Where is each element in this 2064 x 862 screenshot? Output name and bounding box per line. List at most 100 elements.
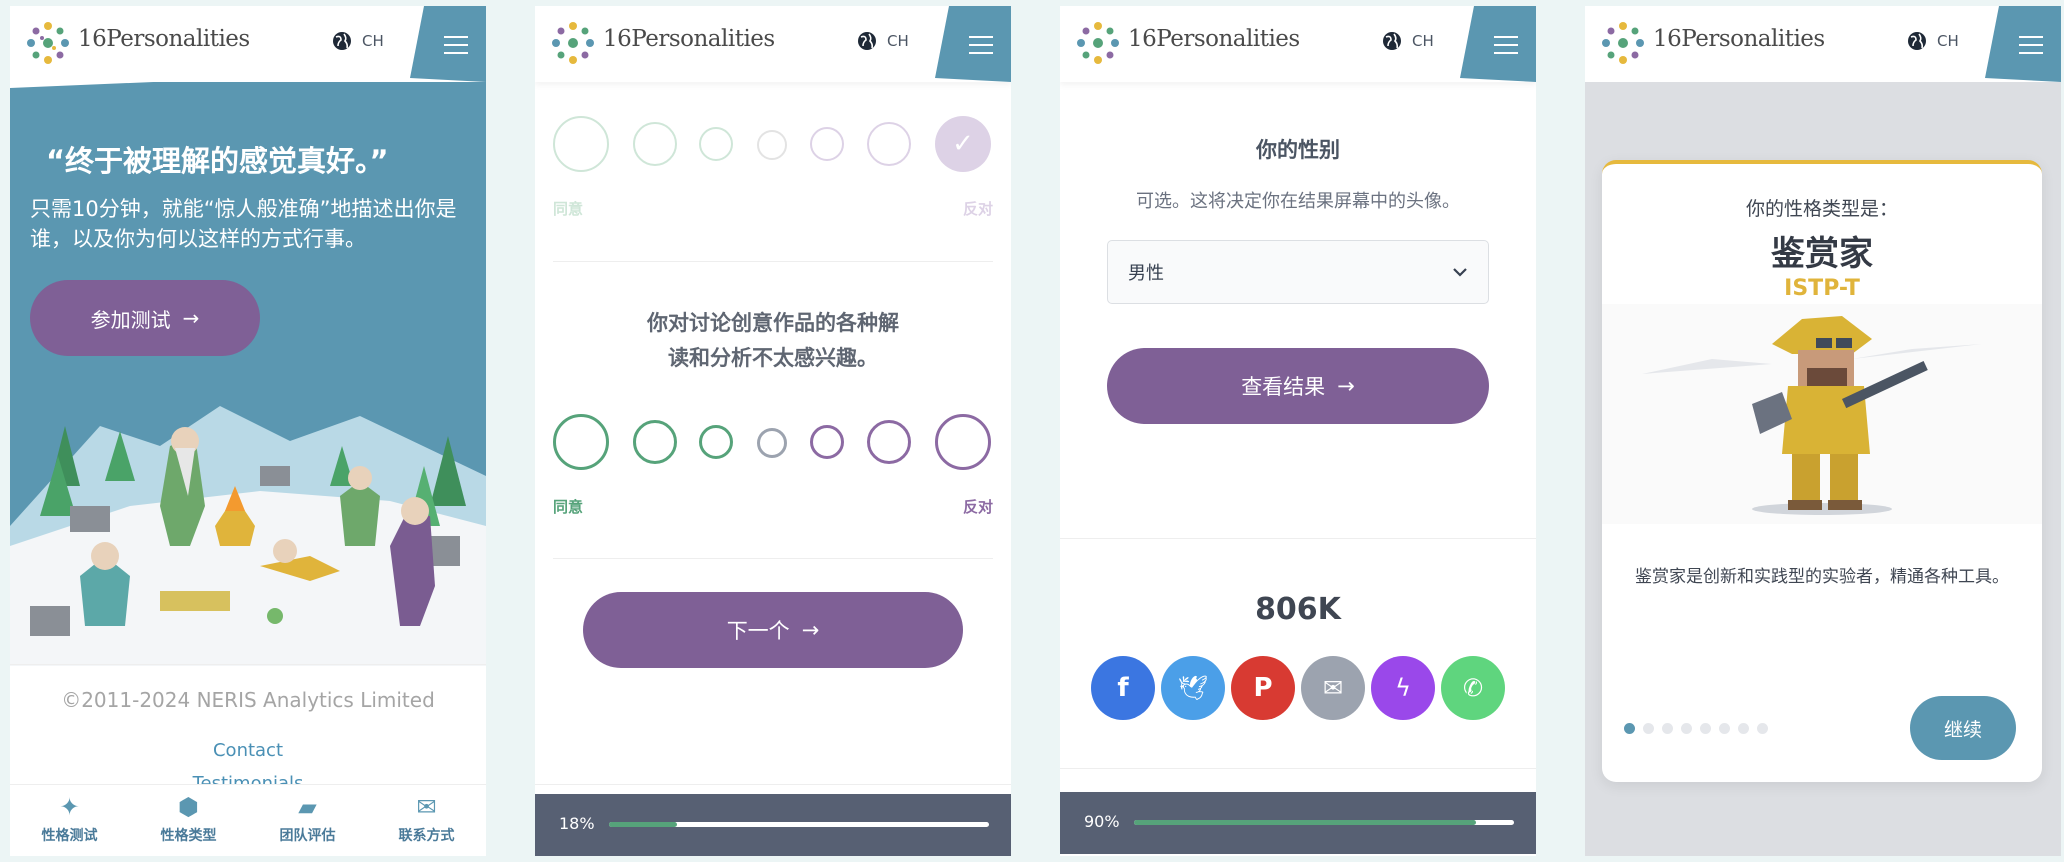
pagination-dot[interactable] <box>1624 723 1635 734</box>
answer-option-1[interactable] <box>553 116 609 172</box>
answer-option-6[interactable] <box>867 122 911 166</box>
agree-label: 同意 <box>553 200 584 218</box>
menu-button[interactable] <box>935 6 1011 82</box>
answer-option-7-selected[interactable]: ✓ <box>935 116 991 172</box>
header: 16Personalities CH <box>1060 6 1536 82</box>
answer-option-3[interactable] <box>699 425 733 459</box>
personality-description: 鉴赏家是创新和实践型的实验者，精通各种工具。 <box>1635 567 2009 587</box>
pagination-dot[interactable] <box>1738 723 1749 734</box>
pinterest-share-button[interactable]: P <box>1231 656 1295 720</box>
header: 16Personalities CH <box>1585 6 2061 82</box>
gender-select-value: 男性 <box>1128 263 1164 284</box>
arrow-right-icon: → <box>801 618 820 642</box>
pagination-dot[interactable] <box>1757 723 1768 734</box>
pagination-dot[interactable] <box>1681 723 1692 734</box>
pagination-dot[interactable] <box>1643 723 1654 734</box>
logo-icon[interactable] <box>23 18 73 68</box>
personality-type-code: ISTP-T <box>1784 276 1860 301</box>
language-selector[interactable]: CH <box>332 31 384 51</box>
answer-option-2[interactable] <box>633 420 677 464</box>
footer-link-contact[interactable]: Contact <box>10 740 486 761</box>
language-selector[interactable]: CH <box>1382 31 1434 51</box>
take-test-button[interactable]: 参加测试 → <box>30 280 260 356</box>
test-screen: 16Personalities CH ✓ 同意 反对 你对讨论创意作品的各种解读… <box>535 6 1011 856</box>
types-icon: ⬢ <box>178 793 199 821</box>
answer-option-7[interactable] <box>935 414 991 470</box>
briefcase-icon: ▰ <box>298 793 317 821</box>
nav-item-teams[interactable]: ▰ 团队评估 <box>248 785 367 856</box>
result-screen: 16Personalities CH 你的性格类型是： 鉴赏家 ISTP-T 鉴… <box>1585 6 2061 856</box>
gender-select[interactable]: 男性 <box>1107 240 1489 304</box>
next-label: 下一个 <box>726 619 790 643</box>
progress-bar: 90% <box>1060 792 1536 854</box>
language-code: CH <box>887 32 909 50</box>
virtuoso-avatar-illustration <box>1602 304 2042 524</box>
language-code: CH <box>362 32 384 50</box>
brand-name[interactable]: 16Personalities <box>603 26 775 52</box>
language-code: CH <box>1412 32 1434 50</box>
chevron-down-icon <box>1453 268 1467 277</box>
logo-icon[interactable] <box>1598 18 1648 68</box>
email-share-button[interactable]: ✉ <box>1301 656 1365 720</box>
messenger-share-button[interactable]: ϟ <box>1371 656 1435 720</box>
whatsapp-share-button[interactable]: ✆ <box>1441 656 1505 720</box>
nav-item-types[interactable]: ⬢ 性格类型 <box>129 785 248 856</box>
next-button[interactable]: 下一个 → <box>583 592 963 668</box>
contact-icon: ✉ <box>416 793 437 821</box>
share-count: 806K <box>1255 592 1341 627</box>
disagree-label: 反对 <box>962 498 993 516</box>
progress-bar: 18% <box>535 794 1011 856</box>
arrow-right-icon: → <box>1337 374 1355 398</box>
answer-option-3[interactable] <box>699 127 733 161</box>
hero-subtitle: 只需10分钟，就能“惊人般准确”地描述出你是谁，以及你为何以这样的方式行事。 <box>30 197 457 251</box>
nav-item-contact[interactable]: ✉ 联系方式 <box>367 785 486 856</box>
menu-button[interactable] <box>410 6 486 82</box>
globe-icon <box>1383 32 1401 50</box>
result-card: 你的性格类型是： 鉴赏家 ISTP-T 鉴赏家是创新和实践型的实验者，精通各种工… <box>1602 160 2042 782</box>
brand-name[interactable]: 16Personalities <box>1128 26 1300 52</box>
pagination-dot[interactable] <box>1662 723 1673 734</box>
menu-button[interactable] <box>1460 6 1536 82</box>
pagination-dot[interactable] <box>1700 723 1711 734</box>
brand-name[interactable]: 16Personalities <box>1653 26 1825 52</box>
pinterest-icon: P <box>1253 673 1273 703</box>
agree-label: 同意 <box>553 498 584 516</box>
progress-track <box>1134 820 1514 825</box>
answer-option-5[interactable] <box>810 127 844 161</box>
hero-illustration <box>10 406 486 666</box>
answer-option-5[interactable] <box>810 425 844 459</box>
email-icon: ✉ <box>1322 674 1344 702</box>
language-selector[interactable]: CH <box>857 31 909 51</box>
answer-option-6[interactable] <box>867 420 911 464</box>
progress-track <box>609 822 989 827</box>
twitter-icon: 🕊 <box>1177 674 1209 702</box>
answer-option-4[interactable] <box>757 428 787 458</box>
disagree-label: 反对 <box>962 200 993 218</box>
see-results-button[interactable]: 查看结果 → <box>1107 348 1489 424</box>
nav-item-test[interactable]: ✦ 性格测试 <box>10 785 129 856</box>
answer-option-2[interactable] <box>633 122 677 166</box>
result-label: 你的性格类型是： <box>1745 198 1898 220</box>
twitter-share-button[interactable]: 🕊 <box>1161 656 1225 720</box>
answer-option-4[interactable] <box>757 130 787 160</box>
gender-title: 你的性别 <box>1256 138 1340 162</box>
hero-quote: “终于被理解的感觉真好。” <box>46 144 389 178</box>
language-code: CH <box>1937 32 1959 50</box>
logo-icon[interactable] <box>548 18 598 68</box>
menu-button[interactable] <box>1985 6 2061 82</box>
progress-label: 18% <box>559 814 595 833</box>
answer-option-1[interactable] <box>553 414 609 470</box>
facebook-icon: f <box>1117 673 1129 703</box>
facebook-share-button[interactable]: f <box>1091 656 1155 720</box>
pagination-dot[interactable] <box>1719 723 1730 734</box>
take-test-label: 参加测试 <box>90 307 171 332</box>
home-screen: 16Personalities CH “终于被理解的感觉真好。” 只需10分钟，… <box>10 6 486 856</box>
logo-icon[interactable] <box>1073 18 1123 68</box>
language-selector[interactable]: CH <box>1907 31 1959 51</box>
continue-button[interactable]: 继续 <box>1910 696 2016 760</box>
share-buttons: f 🕊 P ✉ ϟ ✆ <box>1091 656 1505 720</box>
bottom-nav: ✦ 性格测试 ⬢ 性格类型 ▰ 团队评估 ✉ 联系方式 <box>10 784 486 856</box>
brand-name[interactable]: 16Personalities <box>78 26 250 52</box>
pagination-dots <box>1624 719 1776 738</box>
arrow-right-icon: → <box>182 306 200 330</box>
